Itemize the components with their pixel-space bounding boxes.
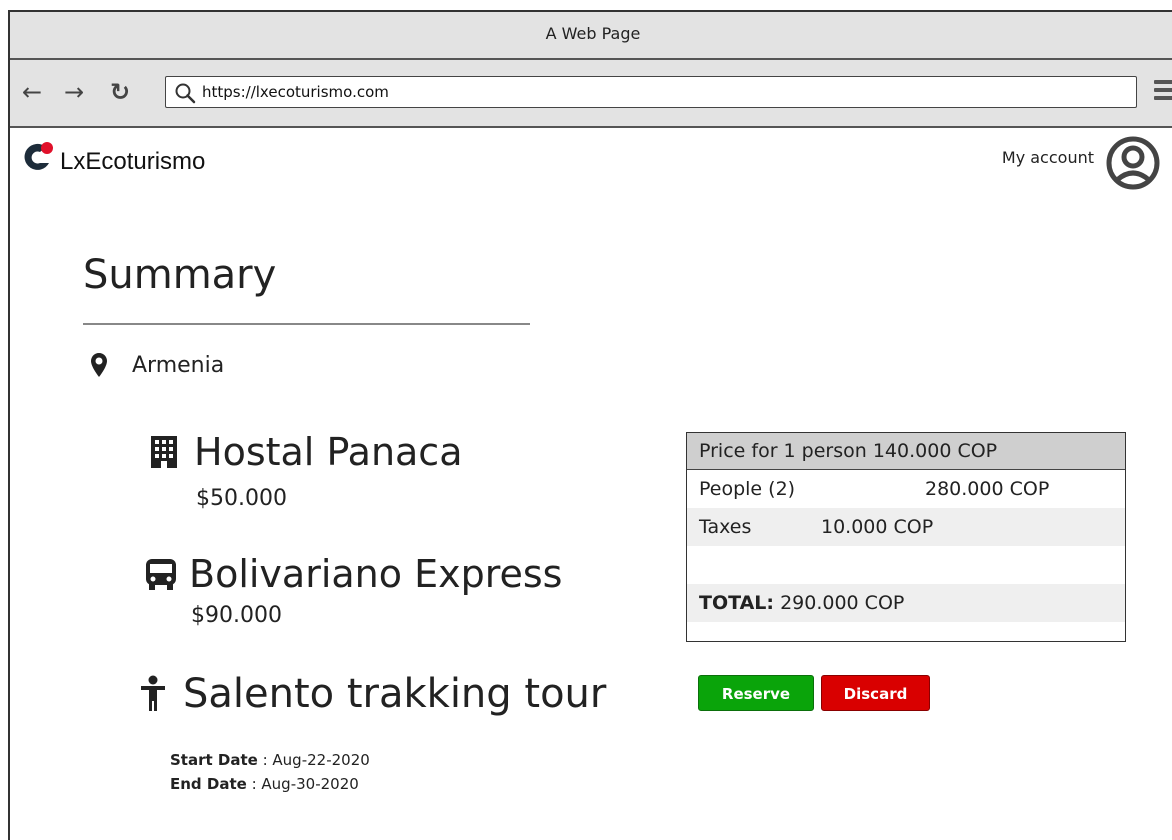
people-label: People (2) xyxy=(699,478,796,500)
discard-button[interactable]: Discard xyxy=(821,675,930,711)
logo-text: LxEcoturismo xyxy=(60,148,206,175)
search-icon xyxy=(175,83,196,104)
person-icon xyxy=(141,675,165,711)
location: Armenia xyxy=(90,352,224,378)
taxes-value: 10.000 COP xyxy=(821,516,934,538)
map-pin-icon xyxy=(91,353,107,377)
url-text: https://lxecoturismo.com xyxy=(202,83,389,101)
item-name: Hostal Panaca xyxy=(194,430,463,474)
total-row: TOTAL: 290.000 COP xyxy=(687,584,1125,622)
forward-arrow-icon[interactable]: → xyxy=(64,78,84,106)
start-date: Start Date : Aug-22-2020 xyxy=(170,751,370,769)
price-per-person-row: Price for 1 person 140.000 COP xyxy=(687,433,1125,470)
total-label: TOTAL: xyxy=(699,592,775,614)
my-account-link[interactable]: My account xyxy=(1002,136,1160,190)
taxes-label: Taxes xyxy=(699,516,752,538)
total-value: 290.000 COP xyxy=(780,592,905,614)
people-row: People (2) 280.000 COP xyxy=(687,470,1125,508)
location-name: Armenia xyxy=(132,352,225,378)
account-label: My account xyxy=(1001,148,1094,167)
site-logo[interactable]: LxEcoturismo xyxy=(20,138,205,176)
back-arrow-icon[interactable]: ← xyxy=(22,78,42,106)
price-table: Price for 1 person 140.000 COP People (2… xyxy=(686,432,1126,642)
people-value: 280.000 COP xyxy=(925,478,1050,500)
avatar-icon xyxy=(1106,136,1160,190)
transport-item: Bolivariano Express xyxy=(143,552,562,596)
reload-icon[interactable]: ↻ xyxy=(110,78,130,106)
building-icon xyxy=(151,436,177,468)
item-price: $90.000 xyxy=(191,603,282,628)
logo-mark-icon xyxy=(24,142,53,170)
tour-item: Salento trakking tour xyxy=(139,671,606,717)
hamburger-menu-icon[interactable] xyxy=(1154,80,1172,104)
tour-dates: Start Date : Aug-22-2020 End Date : Aug-… xyxy=(170,748,370,796)
page-title: Summary xyxy=(83,252,277,298)
address-bar[interactable]: https://lxecoturismo.com xyxy=(165,76,1137,108)
title-divider xyxy=(83,323,530,325)
end-date: End Date : Aug-30-2020 xyxy=(170,775,359,793)
window-title: A Web Page xyxy=(10,12,1172,60)
empty-row xyxy=(687,546,1125,584)
item-name: Salento trakking tour xyxy=(183,671,607,717)
taxes-row: Taxes 10.000 COP xyxy=(687,508,1125,546)
browser-navbar: ← → ↻ https://lxecoturismo.com xyxy=(10,60,1172,128)
item-price: $50.000 xyxy=(196,486,287,511)
bus-icon xyxy=(146,559,176,590)
reserve-button[interactable]: Reserve xyxy=(698,675,814,711)
item-name: Bolivariano Express xyxy=(189,552,563,596)
lodging-item: Hostal Panaca xyxy=(148,430,463,474)
